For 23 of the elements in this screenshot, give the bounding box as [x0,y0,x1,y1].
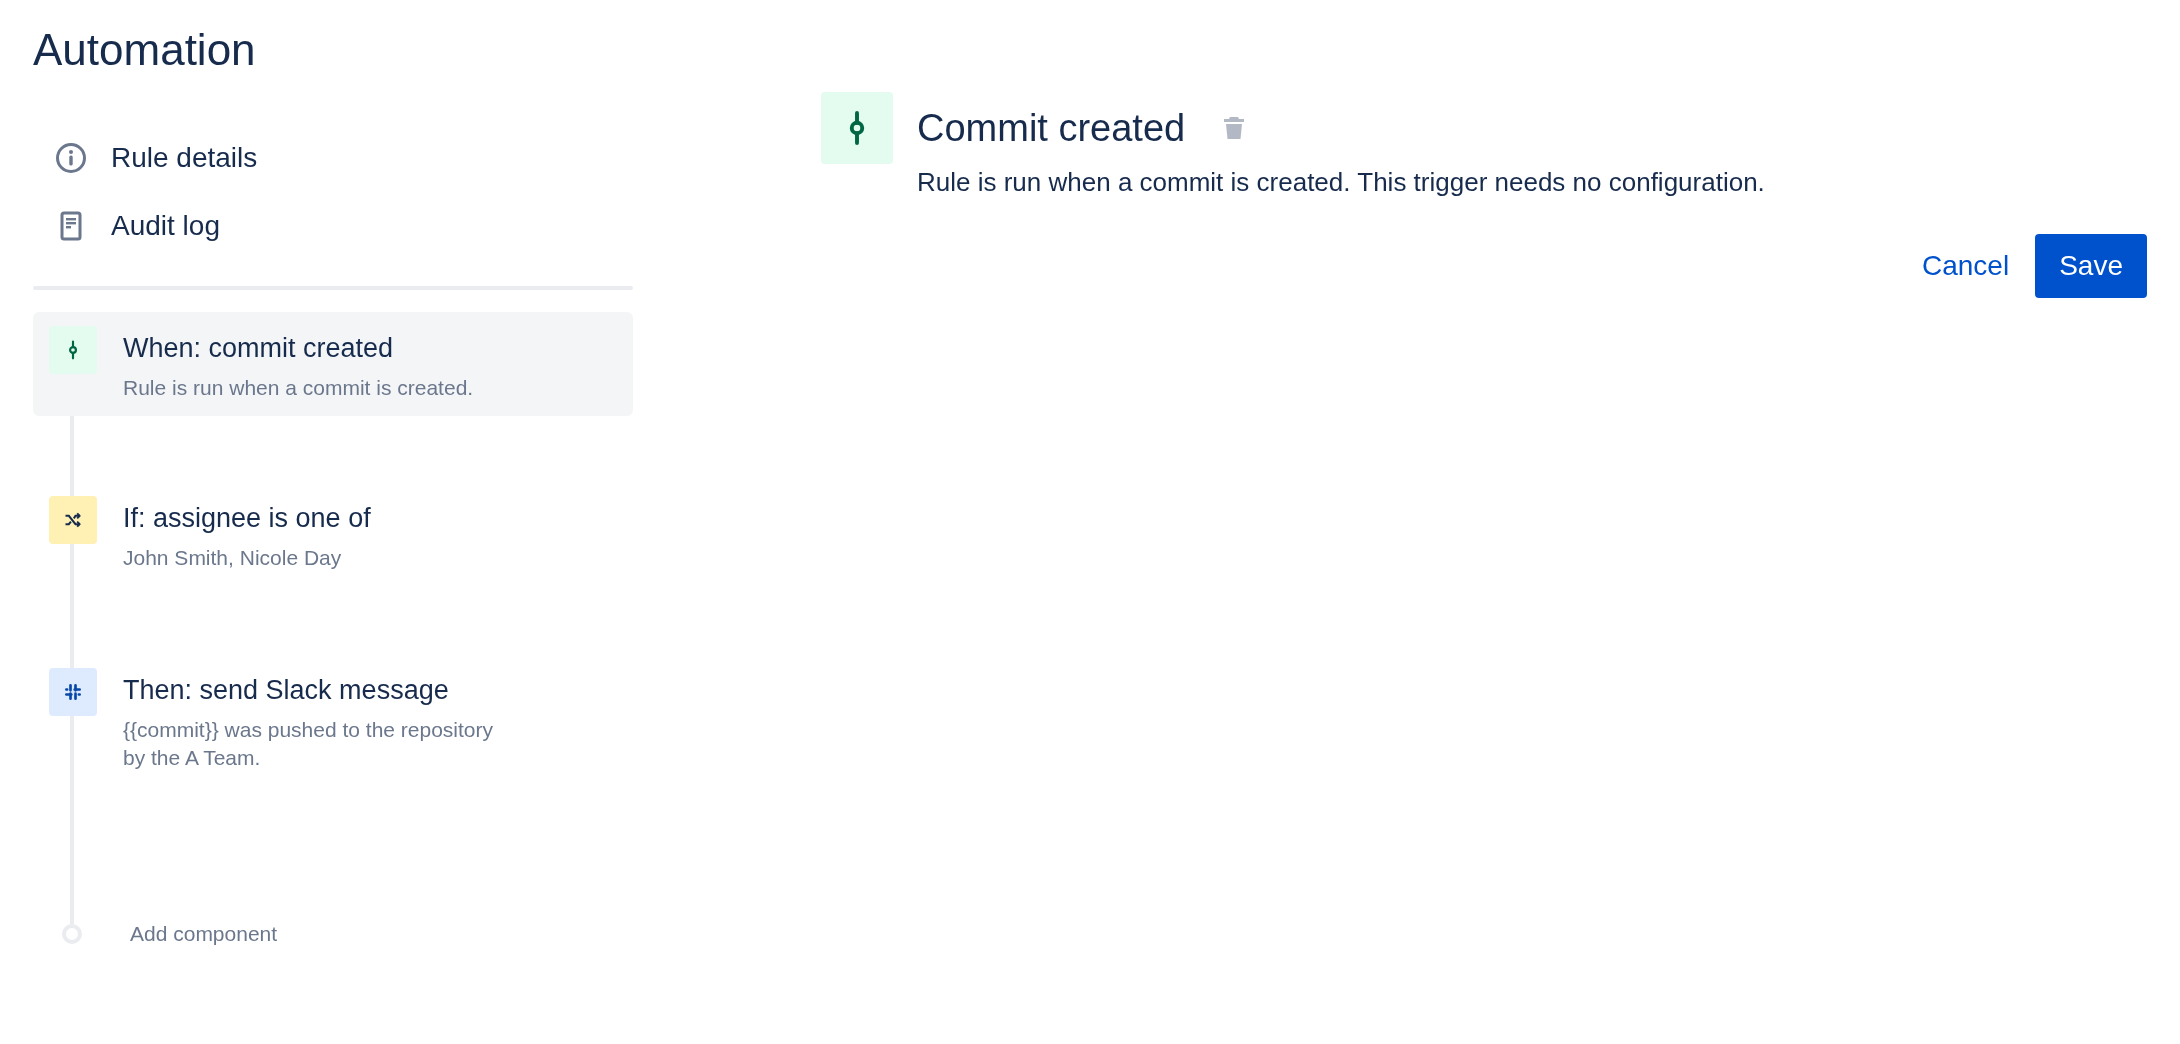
add-component-link[interactable]: Add component [130,922,278,946]
nav-link[interactable]: Audit log [55,208,220,244]
delete-icon[interactable] [1223,116,1246,140]
selected-step[interactable]: When: commit created Rule is run when a commit is created. [33,312,633,416]
step-description: John Smith, Nicole Day [123,545,343,571]
shuffle-icon [49,496,97,544]
component-description: Rule is run when a commit is created. This trigger needs no configuration. [917,166,1765,199]
save-button[interactable]: Save [2035,234,2147,298]
info-icon [55,142,87,174]
step-item[interactable]: If: assignee is one of John Smith, Nicole Day [33,482,633,626]
component-title: Commit created [917,106,1186,151]
hash-icon [49,668,97,716]
step-item[interactable]: Then: send Slack message {{commit}} was pushed to the repository by the A Team. [33,654,633,798]
step-description: {{commit}} was pushed to the repository by the A Team. [123,717,494,771]
nav-link[interactable]: Rule details [55,140,258,176]
step-title: When: commit created [123,332,395,365]
step-title: Then: send Slack message [123,674,450,707]
commit-icon [49,326,97,374]
commit-icon [821,92,893,164]
cancel-button[interactable]: Cancel [1916,240,2016,292]
step-description: Rule is run when a commit is created. [123,375,474,401]
step-title: If: assignee is one of [123,502,371,535]
page-title: Automation [32,24,257,76]
